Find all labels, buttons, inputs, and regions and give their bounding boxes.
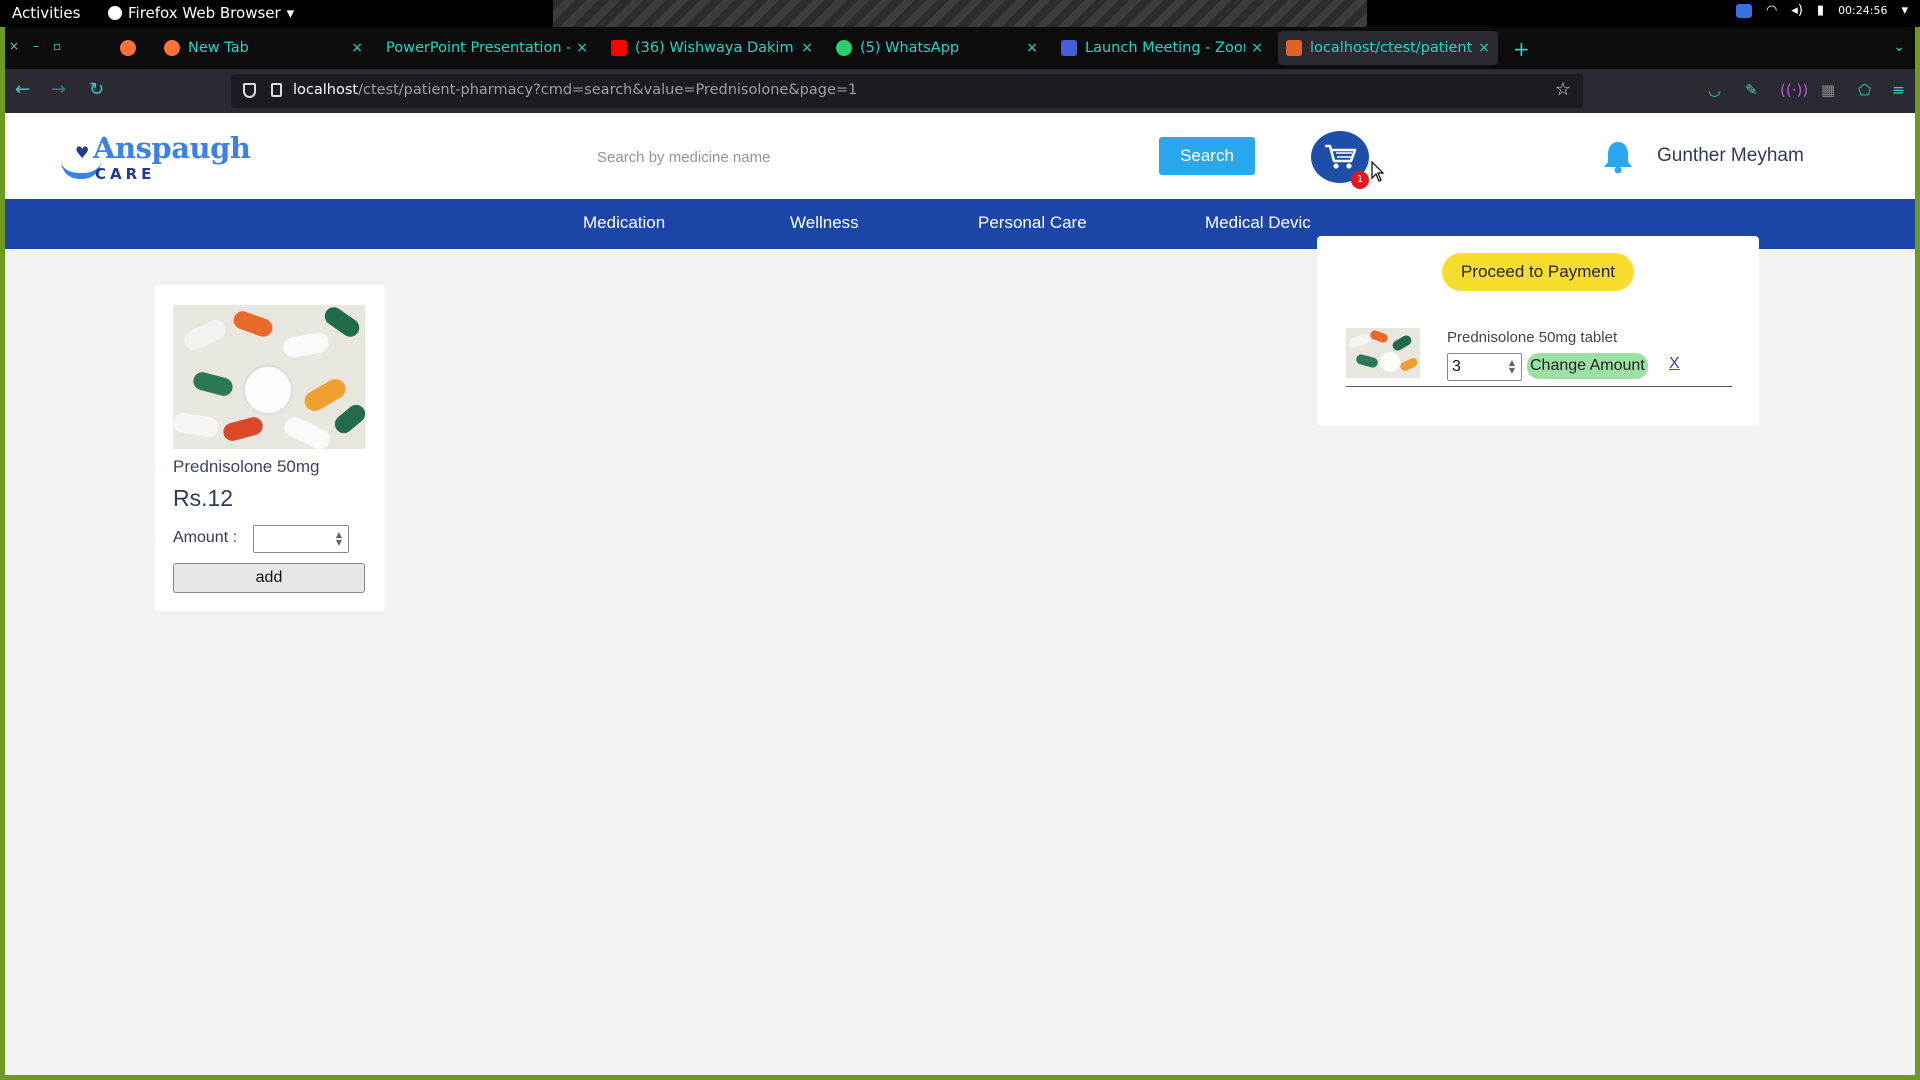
navigation-toolbar: ← → ↻ localhost/ctest/patient-pharmacy?c… xyxy=(5,69,1915,113)
url-host: localhost xyxy=(293,82,359,98)
close-icon[interactable]: × xyxy=(801,40,813,56)
tab-zoom[interactable]: Launch Meeting - Zoom × xyxy=(1053,31,1271,65)
logo-brand: Anspaugh xyxy=(93,131,251,165)
add-to-cart-button[interactable]: add xyxy=(173,563,365,593)
reload-icon[interactable]: ↻ xyxy=(89,79,104,100)
wifi-icon: ◠ xyxy=(1765,3,1778,18)
page-info-icon[interactable] xyxy=(271,83,282,97)
window-controls: × – ▫ xyxy=(9,39,61,53)
number-spinner-icon[interactable]: ▲ ▼ xyxy=(1509,359,1515,375)
maximize-window-icon[interactable]: ▫ xyxy=(53,39,61,53)
tab-label: (36) Wishwaya Dakimu - Y xyxy=(635,40,795,56)
tab-powerpoint[interactable]: PowerPoint Presentation - C × xyxy=(378,31,596,65)
firefox-icon xyxy=(164,40,180,56)
product-card: Prednisolone 50mg Rs.12 Amount : ▲ ▼ add xyxy=(155,285,385,611)
power-menu-icon[interactable]: ▾ xyxy=(1901,3,1908,18)
cart-count-badge: 1 xyxy=(1351,171,1369,189)
cart-item-image xyxy=(1346,328,1420,378)
site-header: ♥ Anspaugh CARE Search 1 xyxy=(5,113,1915,199)
close-icon[interactable]: × xyxy=(576,40,588,56)
volume-icon: ◂) xyxy=(1791,3,1803,18)
number-spinner-icon[interactable]: ▲ ▼ xyxy=(336,531,342,547)
os-top-bar: Activities Firefox Web Browser ▾ ◠ ◂) ▮ … xyxy=(0,0,1920,27)
firefox-icon xyxy=(108,6,122,20)
close-icon[interactable]: × xyxy=(1251,40,1263,56)
cart-dropdown: Proceed to Payment Prednisolone 50mg tab… xyxy=(1317,236,1759,426)
url-text[interactable]: localhost/ctest/patient-pharmacy?cmd=sea… xyxy=(293,82,857,98)
site-icon xyxy=(1286,40,1302,56)
extensions-icon[interactable]: ⬠ xyxy=(1858,81,1871,99)
minimize-window-icon[interactable]: – xyxy=(33,39,39,53)
microphone-icon: ▮ xyxy=(1816,3,1825,18)
cart-item-quantity-input[interactable]: 3 ▲ ▼ xyxy=(1447,353,1522,381)
firefox-icon xyxy=(120,40,136,56)
extension-radio-icon[interactable]: ((·)) xyxy=(1780,81,1808,99)
remove-item-link[interactable]: X xyxy=(1669,355,1680,373)
window-title-area xyxy=(553,0,1367,27)
tab-bar: × – ▫ New Tab × PowerPoint Presentation … xyxy=(5,27,1915,69)
new-tab-button[interactable]: + xyxy=(1513,37,1530,61)
site-logo[interactable]: ♥ Anspaugh CARE xyxy=(55,131,255,185)
mouse-cursor-icon xyxy=(1371,161,1385,182)
zoom-tray-icon[interactable] xyxy=(1735,3,1752,18)
tab-label: Launch Meeting - Zoom xyxy=(1085,40,1246,56)
menu-icon[interactable]: ≡ xyxy=(1892,81,1905,99)
tab-label: PowerPoint Presentation - C xyxy=(386,40,571,56)
amount-label: Amount : xyxy=(173,529,238,546)
list-tabs-icon[interactable]: ⌄ xyxy=(1893,39,1905,55)
amount-input[interactable]: ▲ ▼ xyxy=(253,525,349,553)
web-page: ♥ Anspaugh CARE Search 1 xyxy=(5,113,1915,1075)
youtube-icon xyxy=(611,40,627,56)
tab-label: New Tab xyxy=(188,40,249,56)
close-icon[interactable]: × xyxy=(1026,40,1038,56)
product-name: Prednisolone 50mg xyxy=(173,457,320,476)
forward-icon[interactable]: → xyxy=(51,79,66,100)
cart-item-name: Prednisolone 50mg tablet xyxy=(1447,329,1618,346)
tab-pinned-firefox[interactable] xyxy=(112,31,142,65)
extension-icon[interactable]: ✎ xyxy=(1745,81,1758,99)
tab-localhost[interactable]: localhost/ctest/patient-p × xyxy=(1278,31,1498,65)
clock: 00:24:56 xyxy=(1838,4,1888,17)
close-window-icon[interactable]: × xyxy=(9,39,19,53)
nav-item-medication[interactable]: Medication xyxy=(583,213,665,233)
nav-item-medical-devices[interactable]: Medical Devic xyxy=(1205,213,1311,233)
cart-icon xyxy=(1325,144,1357,169)
proceed-to-payment-button[interactable]: Proceed to Payment xyxy=(1442,253,1634,291)
browser-window: × – ▫ New Tab × PowerPoint Presentation … xyxy=(5,27,1915,1075)
tab-label: localhost/ctest/patient-p xyxy=(1310,40,1473,56)
logo-subtitle: CARE xyxy=(95,165,156,183)
app-menu[interactable]: Firefox Web Browser ▾ xyxy=(108,4,294,22)
pocket-icon[interactable]: ◡ xyxy=(1708,81,1721,99)
app-menu-label: Firefox Web Browser xyxy=(128,4,281,22)
tab-youtube[interactable]: (36) Wishwaya Dakimu - Y × xyxy=(603,31,821,65)
bookmark-star-icon[interactable]: ☆ xyxy=(1555,79,1571,100)
product-price: Rs.12 xyxy=(173,485,234,511)
activities-button[interactable]: Activities xyxy=(12,4,80,22)
user-name[interactable]: Gunther Meyham xyxy=(1657,145,1804,167)
back-icon[interactable]: ← xyxy=(15,79,30,100)
heart-icon: ♥ xyxy=(75,143,90,162)
whatsapp-icon xyxy=(836,40,852,56)
product-image xyxy=(173,305,365,449)
change-amount-button[interactable]: Change Amount xyxy=(1527,353,1648,379)
tracking-protection-icon[interactable] xyxy=(243,83,256,98)
url-path: /ctest/patient-pharmacy?cmd=search&value… xyxy=(358,82,858,98)
notification-bell-icon[interactable] xyxy=(1601,139,1635,175)
extension-qr-icon[interactable]: ▦ xyxy=(1821,81,1835,99)
close-icon[interactable]: × xyxy=(1478,40,1490,56)
search-button[interactable]: Search xyxy=(1159,137,1255,175)
system-tray[interactable]: ◠ ◂) ▮ 00:24:56 ▾ xyxy=(1735,3,1908,18)
close-icon[interactable]: × xyxy=(351,40,363,56)
address-bar[interactable]: localhost/ctest/patient-pharmacy?cmd=sea… xyxy=(231,74,1583,108)
tab-label: (5) WhatsApp xyxy=(860,40,960,56)
tab-new-tab[interactable]: New Tab × xyxy=(156,31,371,65)
zoom-icon xyxy=(1061,40,1077,56)
cart-item-quantity-value: 3 xyxy=(1452,358,1461,375)
nav-item-wellness[interactable]: Wellness xyxy=(790,213,859,233)
nav-item-personal-care[interactable]: Personal Care xyxy=(978,213,1087,233)
search-input[interactable] xyxy=(585,137,1155,177)
divider xyxy=(1346,386,1732,387)
tab-whatsapp[interactable]: (5) WhatsApp × xyxy=(828,31,1046,65)
chevron-down-icon: ▾ xyxy=(286,4,295,22)
